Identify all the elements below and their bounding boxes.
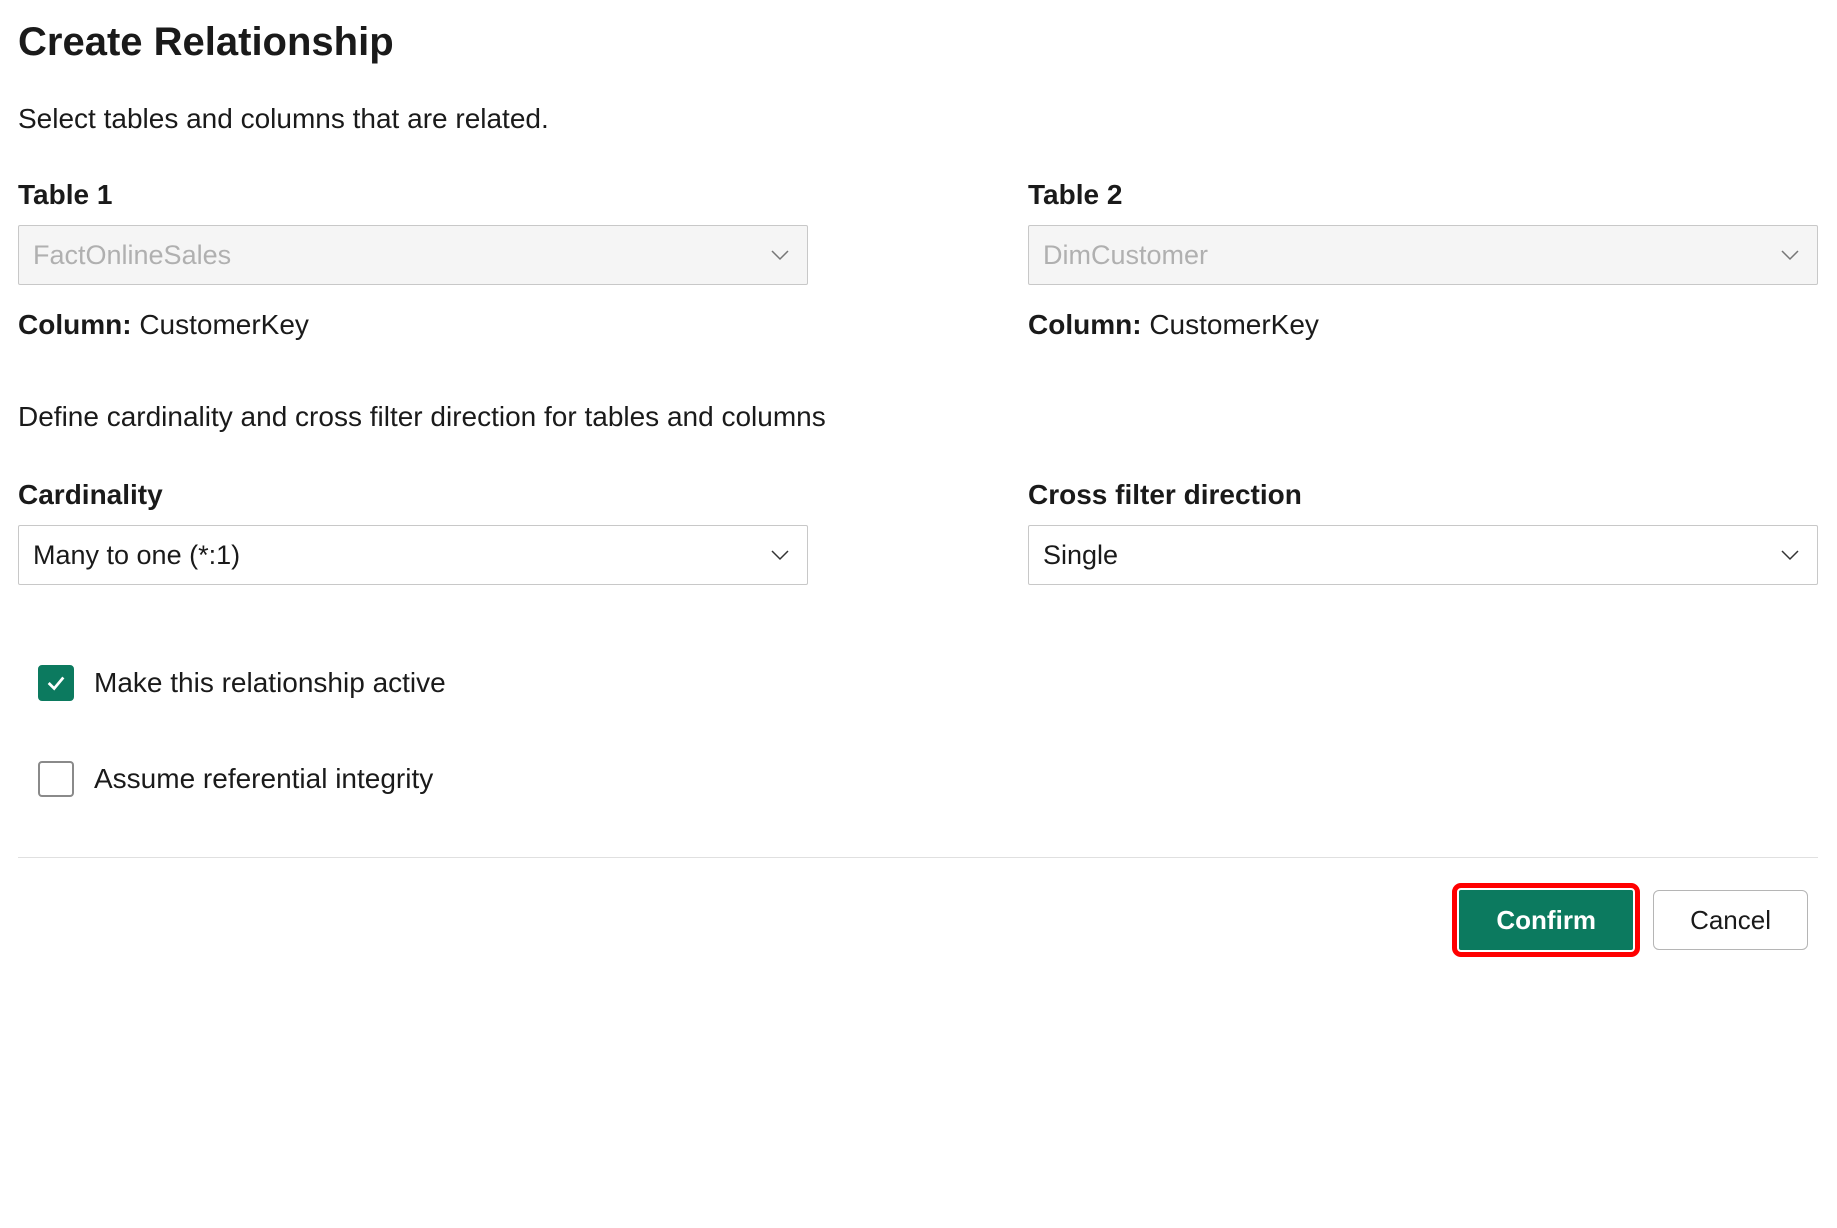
- cross-filter-selected-value: Single: [1043, 540, 1118, 571]
- confirm-button[interactable]: Confirm: [1459, 890, 1633, 950]
- cardinality-dropdown[interactable]: Many to one (*:1): [18, 525, 808, 585]
- table1-column-value: CustomerKey: [139, 309, 309, 340]
- create-relationship-dialog: Create Relationship Select tables and co…: [18, 20, 1818, 982]
- chevron-down-icon: [771, 246, 789, 264]
- table2-column-prefix: Column:: [1028, 309, 1149, 340]
- cardinality-section: Cardinality Many to one (*:1) Cross filt…: [18, 479, 1818, 609]
- cardinality-section-subtitle: Define cardinality and cross filter dire…: [18, 401, 1818, 433]
- referential-integrity-checkbox-row[interactable]: Assume referential integrity: [38, 761, 1818, 797]
- cancel-button[interactable]: Cancel: [1653, 890, 1808, 950]
- referential-integrity-checkbox[interactable]: [38, 761, 74, 797]
- cross-filter-label: Cross filter direction: [1028, 479, 1818, 511]
- make-active-checkbox-row[interactable]: Make this relationship active: [38, 665, 1818, 701]
- chevron-down-icon: [1781, 246, 1799, 264]
- table2-group: Table 2 DimCustomer Column: CustomerKey: [1028, 179, 1818, 341]
- cross-filter-dropdown[interactable]: Single: [1028, 525, 1818, 585]
- make-active-checkbox[interactable]: [38, 665, 74, 701]
- cardinality-label: Cardinality: [18, 479, 808, 511]
- table2-dropdown[interactable]: DimCustomer: [1028, 225, 1818, 285]
- table1-group: Table 1 FactOnlineSales Column: Customer…: [18, 179, 808, 341]
- table2-column-value: CustomerKey: [1149, 309, 1319, 340]
- table1-label: Table 1: [18, 179, 808, 211]
- referential-integrity-label: Assume referential integrity: [94, 763, 433, 795]
- cardinality-selected-value: Many to one (*:1): [33, 540, 240, 571]
- table1-dropdown[interactable]: FactOnlineSales: [18, 225, 808, 285]
- chevron-down-icon: [771, 546, 789, 564]
- table2-column-row: Column: CustomerKey: [1028, 309, 1818, 341]
- table1-column-prefix: Column:: [18, 309, 139, 340]
- table2-selected-value: DimCustomer: [1043, 240, 1208, 271]
- make-active-label: Make this relationship active: [94, 667, 446, 699]
- tables-section: Table 1 FactOnlineSales Column: Customer…: [18, 179, 1818, 341]
- dialog-footer: Confirm Cancel: [18, 857, 1818, 982]
- dialog-subtitle: Select tables and columns that are relat…: [18, 103, 1818, 135]
- cross-filter-group: Cross filter direction Single: [1028, 479, 1818, 609]
- check-icon: [45, 672, 67, 694]
- dialog-title: Create Relationship: [18, 20, 1818, 65]
- table2-label: Table 2: [1028, 179, 1818, 211]
- cardinality-group: Cardinality Many to one (*:1): [18, 479, 808, 609]
- chevron-down-icon: [1781, 546, 1799, 564]
- table1-selected-value: FactOnlineSales: [33, 240, 231, 271]
- table1-column-row: Column: CustomerKey: [18, 309, 808, 341]
